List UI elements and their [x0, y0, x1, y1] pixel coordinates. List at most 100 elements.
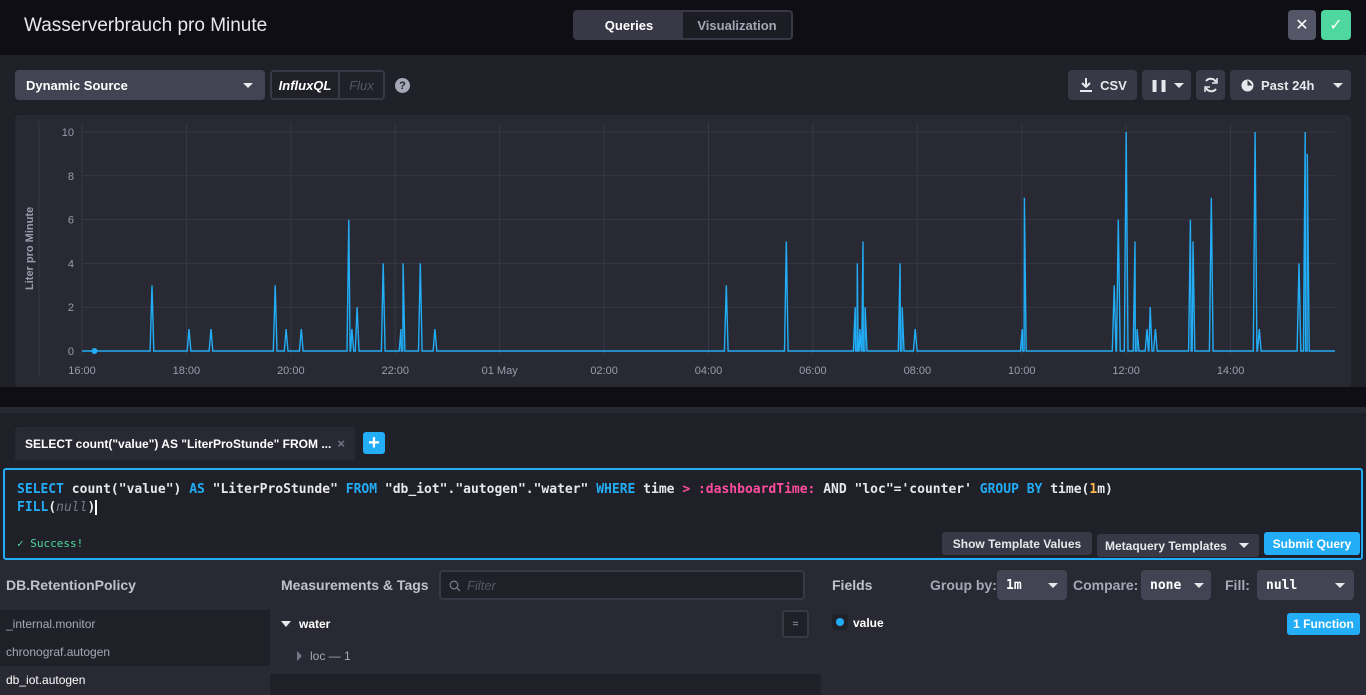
csv-label: CSV — [1100, 77, 1127, 93]
y-tick-label: 4 — [68, 258, 74, 270]
chevron-down-icon — [1194, 583, 1204, 588]
autorefresh-dropdown[interactable]: ❚❚ — [1142, 70, 1191, 100]
x-tick-label: 20:00 — [277, 365, 305, 377]
measurement-list-empty — [270, 674, 821, 695]
tab-visualization[interactable]: Visualization — [683, 12, 791, 38]
x-tick-label: 01 May — [482, 365, 519, 377]
add-query-button[interactable]: + — [363, 432, 385, 454]
pause-icon: ❚❚ — [1149, 78, 1168, 92]
save-button[interactable]: ✓ — [1321, 10, 1351, 40]
measurement-item[interactable]: water — [281, 617, 330, 631]
db-item[interactable]: _internal.monitor — [0, 610, 270, 638]
language-flux[interactable]: Flux — [340, 72, 383, 98]
q-lp: ( — [48, 500, 57, 515]
chevron-down-icon — [1333, 83, 1343, 88]
template-var-dashboardtime: :dashboardTime: — [697, 482, 816, 497]
x-tick-label: 08:00 — [904, 365, 932, 377]
caret-down-icon — [281, 621, 291, 627]
compare-value: none — [1150, 577, 1182, 593]
panel-divider[interactable] — [0, 387, 1366, 407]
refresh-icon — [1203, 77, 1218, 93]
q-rp: ) — [87, 500, 96, 515]
fill-dropdown[interactable]: null — [1257, 570, 1354, 600]
header-bar: Wasserverbrauch pro Minute Queries Visua… — [0, 0, 1366, 55]
db-header: DB.RetentionPolicy — [6, 577, 136, 593]
source-dropdown[interactable]: Dynamic Source — [15, 70, 265, 100]
checked-dot-icon — [836, 618, 844, 626]
source-label: Dynamic Source — [26, 77, 128, 93]
line-chart[interactable]: Liter pro Minute 0 2 4 6 8 10 16:00 18:00 20:00… — [15, 115, 1351, 387]
query-tab-label: SELECT count("value") AS "LiterProStunde… — [25, 436, 332, 451]
x-tick-label: 04:00 — [695, 365, 723, 377]
y-tick-label: 0 — [68, 346, 74, 358]
compare-label: Compare: — [1073, 577, 1139, 593]
group-by-label: Group by: — [930, 577, 997, 593]
measurement-list: water = loc — 1 — [270, 610, 821, 674]
refresh-button[interactable] — [1196, 70, 1225, 100]
q-unit: m) — [1097, 482, 1113, 497]
compare-dropdown[interactable]: none — [1141, 570, 1211, 600]
q-null: null — [56, 500, 88, 515]
tag-item[interactable]: loc — 1 — [297, 649, 351, 663]
chevron-down-icon — [1173, 82, 1184, 88]
q-timefn: time( — [1042, 482, 1090, 497]
submit-query-button[interactable]: Submit Query — [1264, 532, 1360, 555]
chevron-down-icon — [243, 83, 253, 88]
status-text: Success! — [30, 537, 84, 550]
time-range-label: Past 24h — [1261, 77, 1315, 93]
fields-empty — [821, 638, 1366, 695]
measurements-header: Measurements & Tags — [281, 577, 429, 593]
db-item-selected[interactable]: db_iot.autogen — [0, 666, 270, 694]
q-count: count("value") — [63, 482, 190, 497]
group-by-dropdown[interactable]: 1m — [997, 570, 1067, 600]
function-button[interactable]: 1 Function — [1287, 613, 1360, 635]
show-template-values-button[interactable]: Show Template Values — [942, 532, 1092, 555]
fields-header: Fields — [832, 577, 873, 593]
chevron-down-icon — [1239, 543, 1249, 548]
query-status: ✓ Success! — [17, 537, 83, 550]
q-interval: 1 — [1089, 482, 1098, 497]
csv-button[interactable]: CSV — [1068, 70, 1137, 100]
kw-select: SELECT — [17, 482, 64, 497]
query-text[interactable]: SELECT count("value") AS "LiterProStunde… — [17, 481, 1113, 517]
mode-tabs: Queries Visualization — [573, 10, 793, 40]
text-cursor — [95, 500, 98, 515]
kw-group-by: GROUP BY — [979, 482, 1043, 497]
db-item[interactable]: chronograf.autogen — [0, 638, 270, 666]
clock-icon — [1241, 79, 1254, 91]
field-name[interactable]: value — [853, 616, 884, 630]
y-tick-label: 8 — [68, 171, 74, 183]
query-tab[interactable]: SELECT count("value") AS "LiterProStunde… — [15, 427, 355, 460]
query-editor[interactable]: SELECT count("value") AS "LiterProStunde… — [3, 468, 1363, 560]
filter-placeholder: Filter — [467, 577, 496, 593]
q-alias: "LiterProStunde" — [204, 482, 346, 497]
y-axis-label: Liter pro Minute — [24, 207, 36, 290]
group-by-tag-button[interactable]: = — [782, 610, 809, 638]
field-checkbox[interactable] — [832, 614, 848, 630]
filter-input[interactable]: Filter — [439, 570, 805, 600]
x-tick-label: 02:00 — [590, 365, 618, 377]
x-tick-label: 10:00 — [1008, 365, 1036, 377]
q-sp — [690, 482, 698, 497]
cancel-button[interactable]: ✕ — [1288, 10, 1316, 40]
y-tick-label: 6 — [68, 215, 74, 227]
measurement-name: water — [299, 617, 331, 631]
fill-value: null — [1266, 577, 1298, 593]
metaquery-templates-dropdown[interactable]: Metaquery Templates — [1097, 534, 1259, 557]
y-tick-label: 2 — [68, 302, 74, 314]
graph-panel: Liter pro Minute 0 2 4 6 8 10 16:00 18:00 20:00… — [15, 115, 1351, 387]
q-and: AND "loc"='counter' — [815, 482, 980, 497]
check-icon: ✓ — [1329, 17, 1343, 34]
close-icon[interactable]: × — [337, 436, 345, 451]
x-tick-label: 12:00 — [1112, 365, 1140, 377]
query-toolbar: Dynamic Source InfluxQL Flux ? CSV ❚❚ Pa… — [0, 55, 1366, 115]
tag-name: loc — 1 — [310, 649, 351, 663]
help-icon[interactable]: ? — [395, 78, 410, 93]
kw-as: AS — [189, 482, 205, 497]
tab-queries[interactable]: Queries — [575, 12, 683, 38]
x-tick-label: 16:00 — [68, 365, 96, 377]
q-source: "db_iot"."autogen"."water" — [377, 482, 597, 497]
language-influxql[interactable]: InfluxQL — [272, 72, 340, 98]
page-title: Wasserverbrauch pro Minute — [24, 15, 268, 36]
time-range-dropdown[interactable]: Past 24h — [1230, 70, 1351, 100]
